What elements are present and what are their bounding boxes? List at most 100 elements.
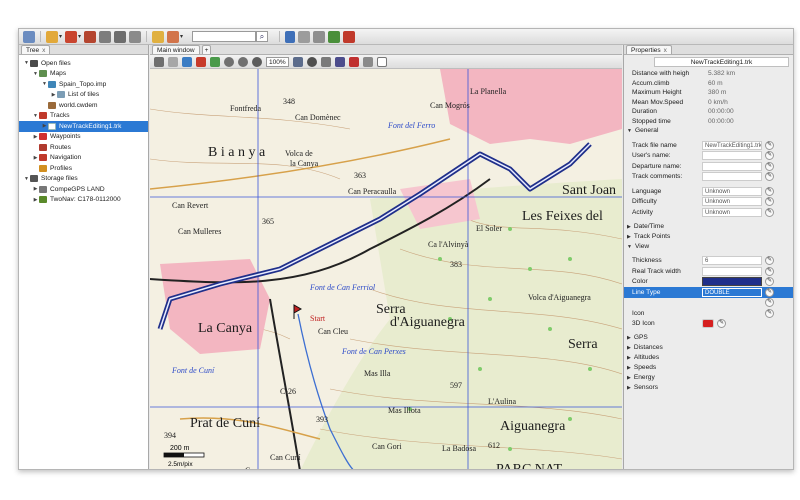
table-icon[interactable] <box>298 30 311 43</box>
logo-icon[interactable] <box>23 30 35 43</box>
edit-pencil-icon[interactable]: ✎ <box>765 186 774 196</box>
expand-arrow-icon[interactable]: ▶ <box>32 186 39 192</box>
print-icon[interactable] <box>99 30 112 43</box>
section-collapsed[interactable]: ▶ GPS <box>624 333 793 343</box>
section-trackpoints[interactable]: ▶ Track Points <box>624 232 793 242</box>
hand-icon[interactable] <box>168 56 178 67</box>
new-tab-button[interactable]: + <box>201 45 212 54</box>
edit-pencil-icon[interactable]: ✎ <box>765 172 774 182</box>
property-field[interactable]: Language Unknown ✎ <box>624 186 793 197</box>
zoom-in-icon[interactable] <box>224 56 234 67</box>
edit-pencil-icon[interactable]: ✎ <box>765 298 774 308</box>
tree-item[interactable]: ▶ TwoNav: C178-0112000 <box>19 195 148 206</box>
compass-icon[interactable] <box>306 56 317 67</box>
property-field[interactable]: Activity Unknown ✎ <box>624 207 793 218</box>
tree-item[interactable]: ▶ List of tiles <box>19 90 148 101</box>
tree-item[interactable]: ▶ Waypoints <box>19 132 148 143</box>
save-icon[interactable] <box>84 30 97 43</box>
property-field[interactable]: Track comments: ✎ <box>624 172 793 183</box>
property-field[interactable]: User's name: ✎ <box>624 151 793 162</box>
gps-icon[interactable] <box>152 30 165 43</box>
field-value[interactable]: NewTrackEditing1.trk <box>702 140 762 150</box>
edit-pencil-icon[interactable]: ✎ <box>765 197 774 207</box>
property-field[interactable]: Departure name: ✎ <box>624 161 793 172</box>
section-general[interactable]: ▼ General <box>624 126 793 136</box>
field-value[interactable]: Unknown <box>702 186 762 196</box>
tree-item[interactable]: world.cwdem <box>19 100 148 111</box>
create-dropdown-icon[interactable]: ▾ <box>78 33 81 40</box>
expand-arrow-icon[interactable]: ▶ <box>50 92 57 98</box>
tree-item[interactable]: Routes <box>19 142 148 153</box>
tools-icon[interactable] <box>343 30 356 43</box>
expand-arrow-icon[interactable]: ▶ <box>41 123 48 129</box>
open-file-dropdown-icon[interactable]: ▾ <box>59 33 62 40</box>
close-icon[interactable]: x <box>42 46 45 54</box>
topographic-map[interactable]: 200 m 2.5m/pix <box>150 69 622 470</box>
navigate-dropdown-icon[interactable]: ▾ <box>180 33 183 40</box>
section-collapsed[interactable]: ▶ Sensors <box>624 383 793 393</box>
edit-pencil-icon[interactable]: ✎ <box>765 308 774 318</box>
expand-arrow-icon[interactable]: ▼ <box>41 81 48 87</box>
expand-arrow-icon[interactable]: ▼ <box>23 60 30 66</box>
open-file-icon[interactable] <box>46 30 58 43</box>
property-field[interactable]: Difficulty Unknown ✎ <box>624 197 793 208</box>
tree-item[interactable]: ▶ Navigation <box>19 153 148 164</box>
cube-icon[interactable] <box>182 56 192 67</box>
close-icon[interactable]: x <box>664 46 667 54</box>
navigate-icon[interactable] <box>167 30 180 43</box>
copy-icon[interactable] <box>362 56 373 67</box>
field-value[interactable] <box>702 277 762 287</box>
pause-icon[interactable] <box>129 30 142 43</box>
list-icon[interactable] <box>313 30 326 43</box>
field-value[interactable]: 6 <box>702 256 762 266</box>
tree-item[interactable]: ▶ NewTrackEditing1.trk <box>19 121 148 132</box>
property-field[interactable]: Icon ✎ <box>624 308 793 319</box>
edit-pencil-icon[interactable]: ✎ <box>765 207 774 217</box>
expand-arrow-icon[interactable]: ▶ <box>32 134 39 140</box>
search-input[interactable] <box>192 31 257 42</box>
edit-pencil-icon[interactable]: ✎ <box>765 266 774 276</box>
edit-pencil-icon[interactable]: ✎ <box>765 256 774 266</box>
property-field[interactable]: Line Type DOUBLE ✎ <box>624 287 793 298</box>
section-collapsed[interactable]: ▶ Energy <box>624 373 793 383</box>
map-layer-icon[interactable] <box>210 56 220 67</box>
field-value[interactable] <box>702 151 762 161</box>
field-value[interactable]: Unknown <box>702 197 762 207</box>
edit-track-icon[interactable] <box>334 56 345 67</box>
field-value[interactable] <box>702 172 762 182</box>
window-icon[interactable] <box>376 56 387 67</box>
pin-icon[interactable] <box>196 56 206 67</box>
expand-arrow-icon[interactable]: ▼ <box>32 71 39 77</box>
undo-icon[interactable] <box>285 30 296 43</box>
measure-icon[interactable] <box>320 56 331 67</box>
field-value[interactable]: DOUBLE <box>702 287 762 297</box>
data-icon[interactable] <box>328 30 341 43</box>
rotate-icon[interactable] <box>252 56 262 67</box>
zoom-select[interactable]: 100% <box>266 56 289 67</box>
tree-item[interactable]: ▼ Storage files <box>19 174 148 185</box>
tab-tree[interactable]: Tree x <box>21 45 51 54</box>
edit-pencil-icon[interactable]: ✎ <box>765 161 774 171</box>
layers-icon[interactable] <box>292 56 303 67</box>
tab-properties[interactable]: Properties x <box>626 45 672 54</box>
property-field[interactable]: Track file name NewTrackEditing1.trk ✎ <box>624 140 793 151</box>
section-collapsed[interactable]: ▶ Altitudes <box>624 353 793 363</box>
edit-pencil-icon[interactable]: ✎ <box>765 140 774 150</box>
section-collapsed[interactable]: ▶ Speeds <box>624 363 793 373</box>
select-icon[interactable] <box>154 56 164 67</box>
field-value[interactable]: Unknown <box>702 207 762 217</box>
edit-pencil-icon[interactable]: ✎ <box>765 277 774 287</box>
field-value[interactable] <box>702 266 762 276</box>
zoom-out-icon[interactable] <box>238 56 248 67</box>
magnifier-icon[interactable]: ⌕ <box>256 31 269 42</box>
property-field[interactable]: Real Track width ✎ <box>624 266 793 277</box>
section-collapsed[interactable]: ▶ Distances <box>624 343 793 353</box>
tree-item[interactable]: ▼ Tracks <box>19 111 148 122</box>
map-canvas[interactable]: 200 m 2.5m/pix B i a n y a Fontfreda Can D… <box>150 69 622 470</box>
property-field[interactable]: 3D Icon ✎ <box>624 319 793 330</box>
section-view[interactable]: ▼ View <box>624 242 793 252</box>
edit-pencil-icon[interactable]: ✎ <box>765 151 774 161</box>
tree-item[interactable]: ▼ Maps <box>19 69 148 80</box>
section-datetime[interactable]: ▶ Date/Time <box>624 222 793 232</box>
tree-item[interactable]: ▼ Spain_Topo.imp <box>19 79 148 90</box>
